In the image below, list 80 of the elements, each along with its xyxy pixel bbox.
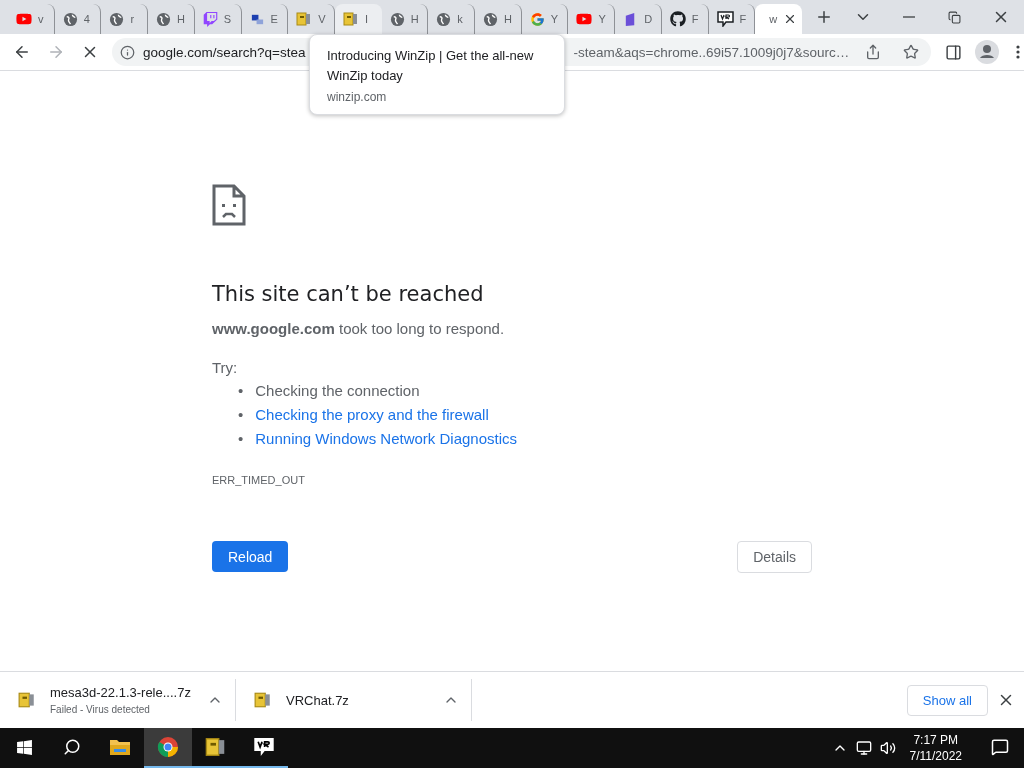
forward-arrow-icon [47, 43, 65, 61]
globe-icon [436, 11, 452, 27]
globe-icon [109, 11, 125, 27]
tab-title: H [410, 13, 419, 25]
taskbar-app-button[interactable] [144, 728, 192, 768]
tooltip-title: Introducing WinZip | Get the all-new WinZip today [327, 47, 535, 85]
search-icon [63, 738, 81, 756]
profile-avatar-icon [975, 40, 1000, 64]
github-icon [669, 11, 686, 27]
suggestion-link[interactable]: Checking the proxy and the firewall [255, 406, 489, 424]
tab-title: Y [550, 13, 559, 25]
error-code: ERR_TIMED_OUT [212, 474, 306, 486]
share-icon[interactable] [865, 44, 882, 60]
chat-bubble-icon [716, 11, 734, 27]
tab-title: r [130, 13, 135, 25]
tab-title: v [38, 13, 44, 25]
bullet: • [238, 406, 244, 424]
suggestion-text: Checking the connection [255, 382, 420, 400]
url-text: google.com/search?q=stea [143, 44, 306, 60]
error-message: www.google.com took too long to respond. [212, 320, 506, 337]
minimize-icon [902, 16, 915, 18]
tab-title: H [504, 13, 512, 25]
more-icon [1016, 45, 1021, 59]
archive-icon [342, 11, 359, 27]
bullet: • [238, 382, 244, 400]
clock[interactable]: 7:17 PM 7/11/2022 [903, 733, 968, 763]
download-name: mesa3d-22.1.3-rele....7z [50, 685, 192, 700]
tab-title: 4 [83, 13, 90, 25]
tab-title: w [769, 13, 778, 25]
tab-title: S [223, 13, 232, 25]
windows-icon [15, 738, 33, 756]
archive-icon [254, 691, 272, 709]
download-item[interactable]: mesa3d-22.1.3-rele....7z Failed - Virus detected [0, 679, 236, 721]
archive-icon [18, 691, 36, 709]
play-icon [16, 11, 32, 27]
details-button[interactable]: Details [737, 541, 812, 573]
globe-icon [156, 11, 172, 27]
tab-title: F [691, 13, 699, 25]
side-panel-icon [944, 43, 962, 61]
tab-title: D [644, 13, 653, 25]
browser-tab[interactable]: I [334, 4, 382, 34]
tab-title: E [270, 13, 278, 25]
notification-icon [991, 738, 1009, 756]
download-name: VRChat.7z [286, 692, 350, 708]
chrome-icon [157, 736, 179, 758]
reload-button[interactable]: Reload [212, 541, 289, 572]
globe-icon [62, 11, 78, 27]
date-text: 7/11/2022 [909, 749, 962, 763]
error-heading: This site can’t be reached [212, 282, 485, 306]
archive-icon [205, 736, 227, 758]
url-text: -steam&aqs=chrome..69i57.1009j0j7&sourc… [573, 44, 850, 60]
network-icon[interactable] [855, 740, 872, 756]
tab-title: V [318, 13, 326, 25]
tooltip-domain: winzip.com [327, 90, 388, 104]
time-text: 7:17 PM [913, 733, 959, 747]
tab-title: Y [598, 13, 606, 25]
download-item[interactable]: VRChat.7z [236, 679, 472, 721]
bullet: • [238, 430, 244, 448]
google-icon [529, 11, 545, 27]
globe-icon [389, 11, 405, 27]
globe-icon [483, 11, 499, 27]
bookmark-star-icon[interactable] [903, 44, 920, 60]
folder-icon [109, 738, 131, 756]
chat-bubble-icon [253, 736, 275, 758]
download-status: Failed - Virus detected [50, 704, 151, 715]
show-all-button[interactable]: Show all [906, 684, 988, 716]
browser-tab[interactable]: w [755, 4, 802, 34]
volume-icon[interactable] [879, 740, 896, 756]
twitch-icon [202, 11, 218, 27]
tab-title: k [457, 13, 463, 25]
info-icon [120, 44, 135, 60]
tab-title: I [364, 13, 368, 25]
tab-title: H [177, 13, 186, 25]
restore-icon [948, 10, 962, 24]
play-icon [576, 11, 593, 27]
try-label: Try: [212, 359, 239, 376]
tab-title: F [739, 13, 747, 25]
suggestion-link[interactable]: Running Windows Network Diagnostics [255, 430, 518, 448]
archive-icon [296, 11, 313, 27]
sad-page-icon [212, 184, 246, 226]
